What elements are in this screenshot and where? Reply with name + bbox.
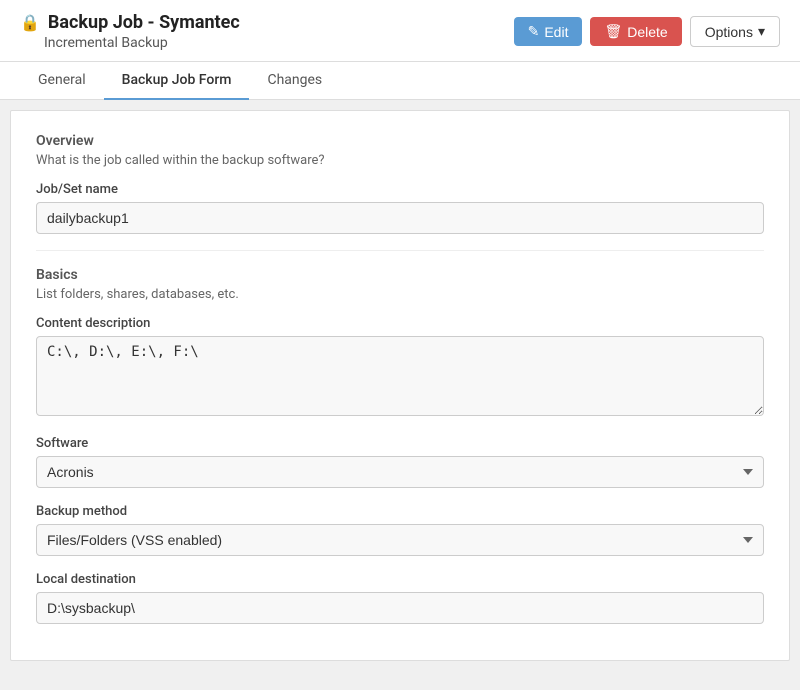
jobset-input[interactable] <box>36 202 764 234</box>
overview-heading: Overview <box>36 133 764 149</box>
local-destination-input[interactable] <box>36 592 764 624</box>
tab-general[interactable]: General <box>20 62 104 100</box>
basics-heading: Basics <box>36 267 764 283</box>
content-description-label: Content description <box>36 316 764 331</box>
delete-label: Delete <box>627 24 667 40</box>
software-label: Software <box>36 436 764 451</box>
header-actions: ✎ Edit 🗑 Delete Options ▾ <box>514 16 780 47</box>
content-description-textarea[interactable] <box>36 336 764 416</box>
overview-description: What is the job called within the backup… <box>36 153 764 168</box>
edit-icon: ✎ <box>528 23 540 40</box>
local-destination-group: Local destination <box>36 572 764 624</box>
page-wrapper: 🔒 Backup Job - Symantec Incremental Back… <box>0 0 800 690</box>
edit-label: Edit <box>544 24 568 40</box>
divider-1 <box>36 250 764 251</box>
software-group: Software Acronis Symantec Veeam Backup E… <box>36 436 764 488</box>
local-destination-label: Local destination <box>36 572 764 587</box>
software-select[interactable]: Acronis Symantec Veeam Backup Exec Windo… <box>36 456 764 488</box>
tab-changes[interactable]: Changes <box>249 62 340 100</box>
header: 🔒 Backup Job - Symantec Incremental Back… <box>0 0 800 62</box>
tab-backup-job-form[interactable]: Backup Job Form <box>104 62 250 100</box>
jobset-label: Job/Set name <box>36 182 764 197</box>
overview-section: Overview What is the job called within t… <box>36 133 764 168</box>
tabs-bar: General Backup Job Form Changes <box>0 62 800 100</box>
header-left: 🔒 Backup Job - Symantec Incremental Back… <box>20 12 240 51</box>
backup-method-label: Backup method <box>36 504 764 519</box>
delete-button[interactable]: 🗑 Delete <box>590 17 681 46</box>
content-description-group: Content description <box>36 316 764 420</box>
options-label: Options <box>705 24 753 40</box>
page-title: Backup Job - Symantec <box>48 12 240 33</box>
edit-button[interactable]: ✎ Edit <box>514 17 583 46</box>
chevron-down-icon: ▾ <box>758 23 765 40</box>
basics-description: List folders, shares, databases, etc. <box>36 287 764 302</box>
options-button[interactable]: Options ▾ <box>690 16 780 47</box>
lock-icon: 🔒 <box>20 13 40 32</box>
main-content: Overview What is the job called within t… <box>10 110 790 661</box>
backup-method-group: Backup method Files/Folders (VSS enabled… <box>36 504 764 556</box>
basics-section: Basics List folders, shares, databases, … <box>36 267 764 302</box>
header-title-row: 🔒 Backup Job - Symantec <box>20 12 240 33</box>
page-subtitle: Incremental Backup <box>44 35 240 51</box>
jobset-name-group: Job/Set name <box>36 182 764 234</box>
delete-icon: 🗑 <box>604 23 622 40</box>
backup-method-select[interactable]: Files/Folders (VSS enabled) Full Increme… <box>36 524 764 556</box>
